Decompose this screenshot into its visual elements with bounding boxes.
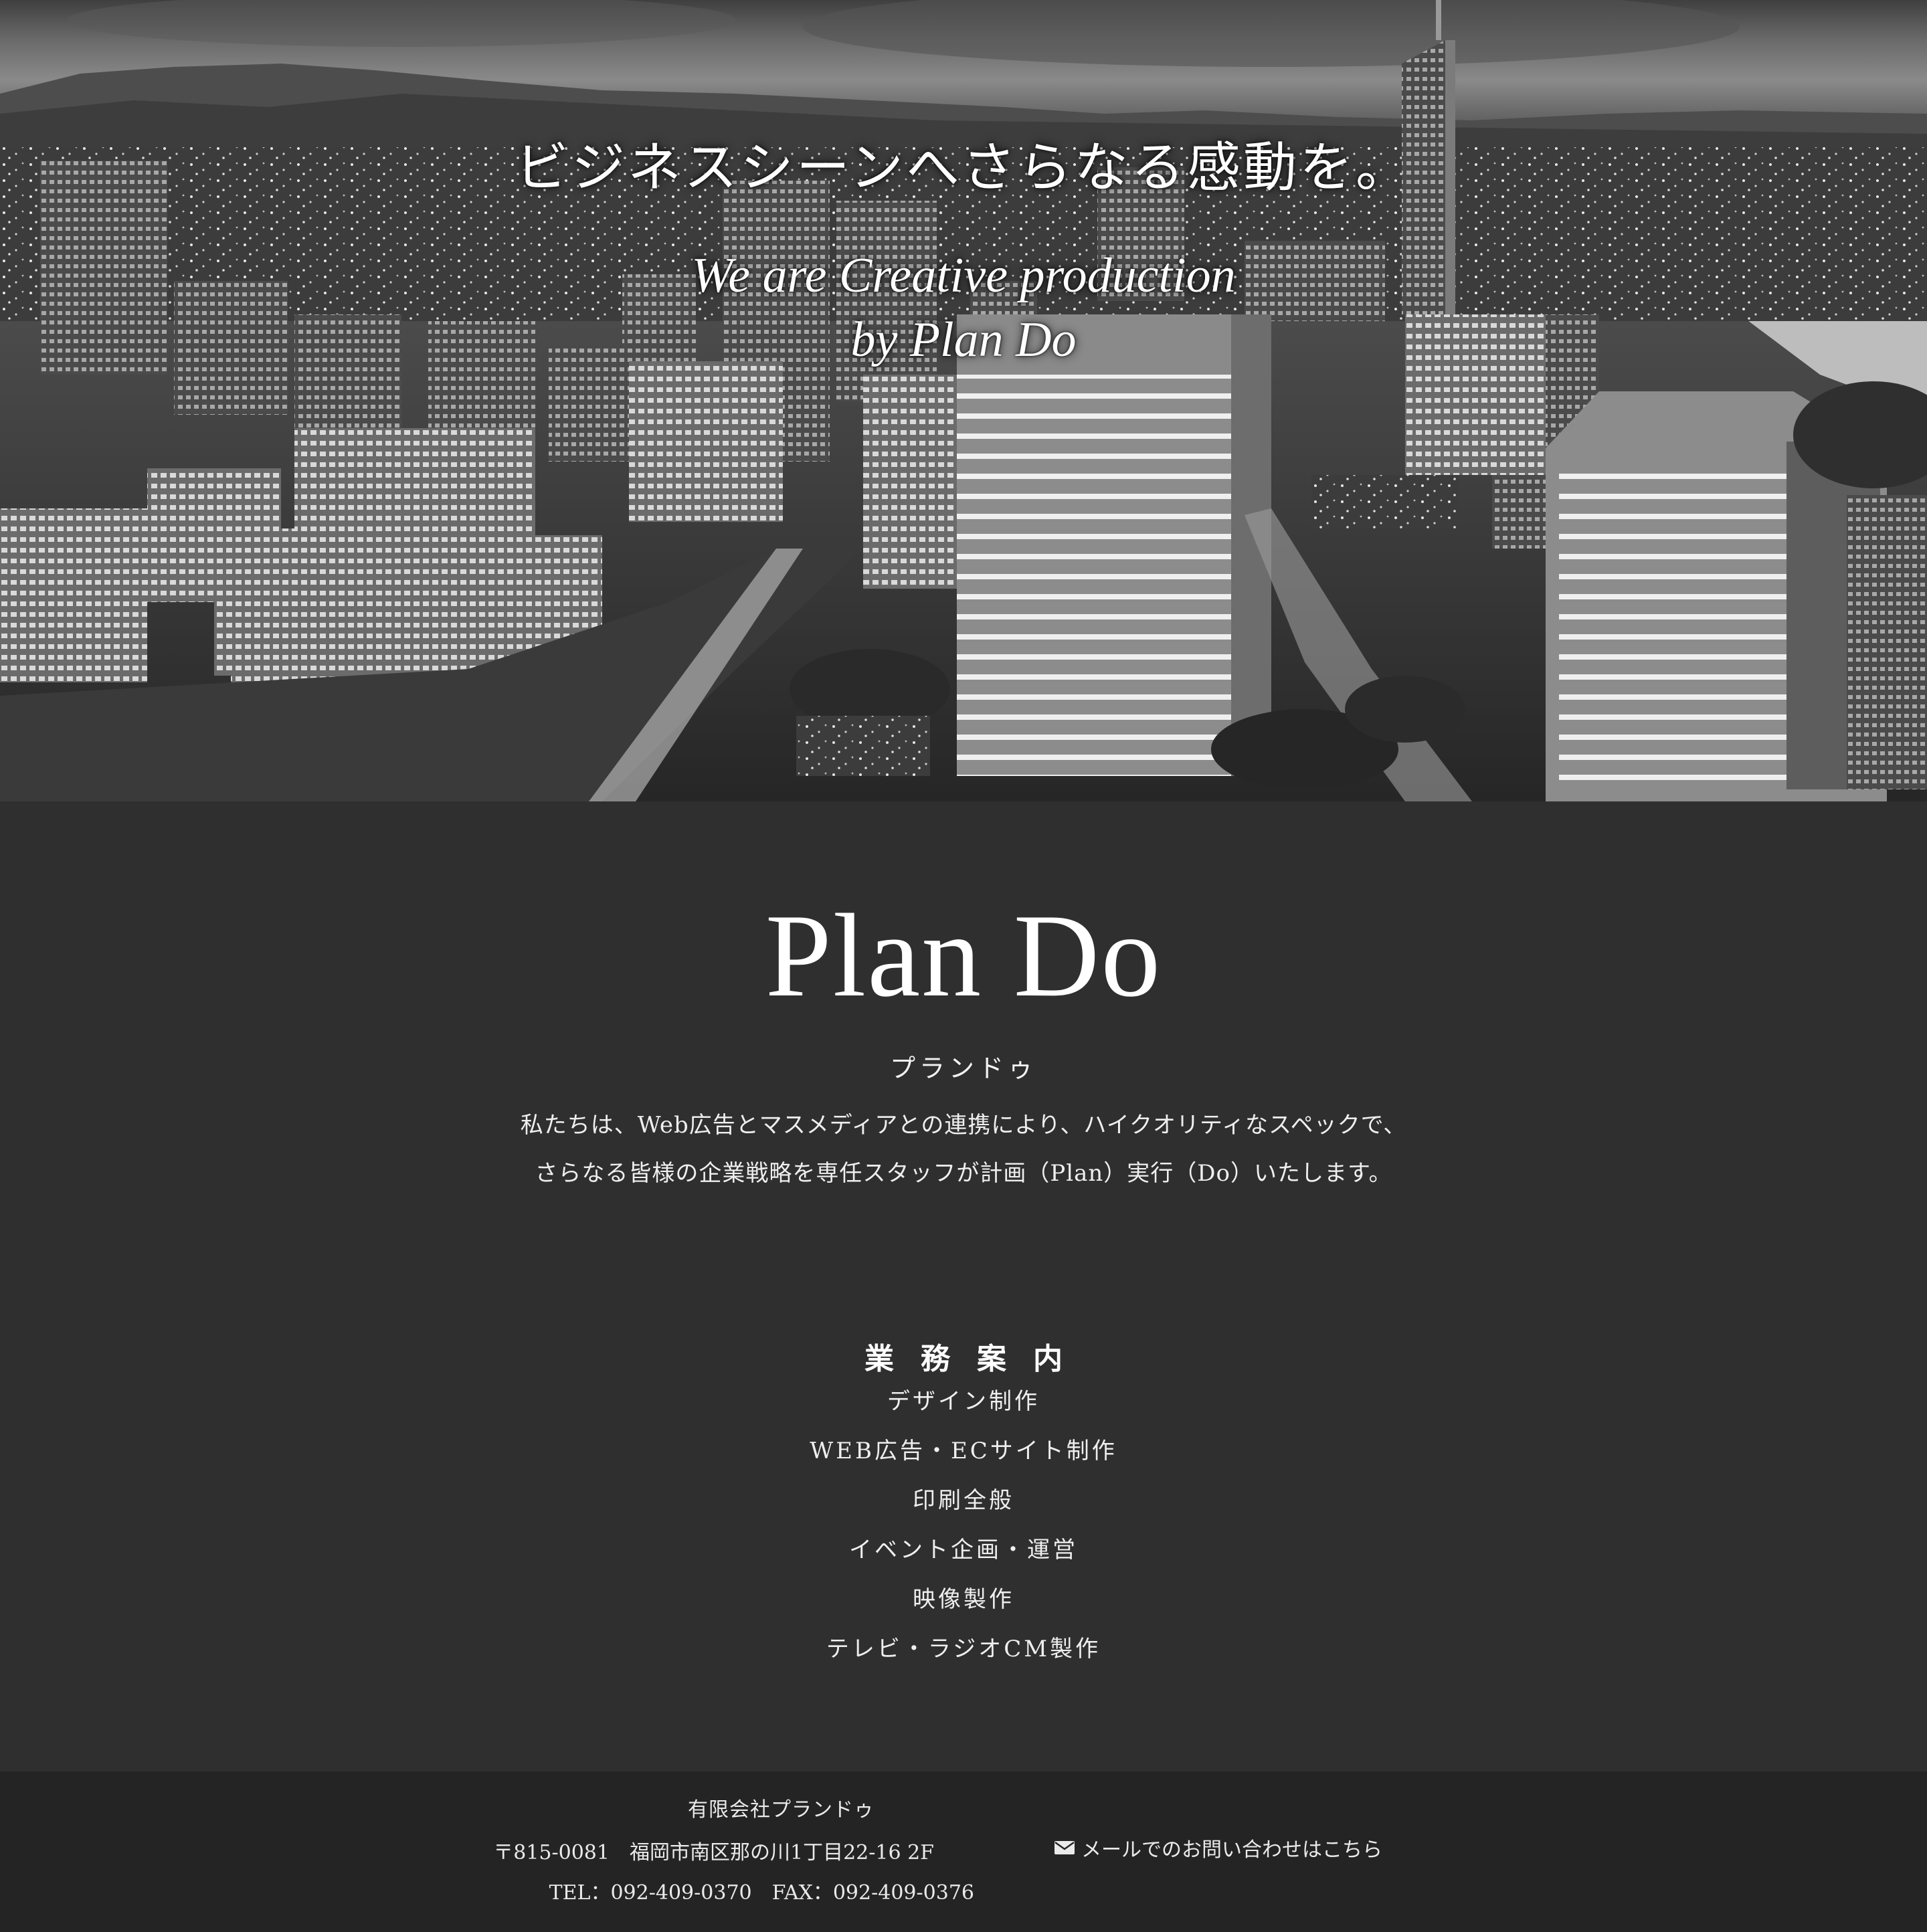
hero-section: ビジネスシーンへさらなる感動を。 We are Creative product… xyxy=(0,0,1927,801)
envelope-icon xyxy=(1054,1840,1075,1856)
service-item: イベント企画・運営 xyxy=(849,1537,1078,1563)
hero-tagline-line-1: We are Creative production xyxy=(691,248,1236,303)
service-item: 印刷全般 xyxy=(913,1487,1014,1514)
about-section: Plan Do プランドゥ 私たちは、Web広告とマスメディアとの連携により、ハ… xyxy=(0,801,1927,1771)
company-address: 〒815-0081 福岡市南区那の川1丁目22-16 2F xyxy=(493,1841,934,1864)
services-title: 業務案内 xyxy=(864,1341,1089,1376)
footer: 有限会社プランドゥ 〒815-0081 福岡市南区那の川1丁目22-16 2F … xyxy=(0,1771,1927,1932)
company-name: 有限会社プランドゥ xyxy=(688,1798,875,1822)
hero-tagline-line-2: by Plan Do xyxy=(850,312,1077,367)
company-phone-fax: TEL：092-409-0370 FAX：092-409-0376 xyxy=(549,1881,974,1905)
intro-line-1: 私たちは、Web広告とマスメディアとの連携により、ハイクオリティなスペックで、 xyxy=(520,1112,1407,1139)
contact-mail-label: メールでのお問い合わせはこちら xyxy=(1081,1838,1382,1862)
brand-logo: Plan Do xyxy=(765,889,1162,1022)
service-item: デザイン制作 xyxy=(887,1388,1040,1415)
intro-text: 私たちは、Web広告とマスメディアとの連携により、ハイクオリティなスペックで、 … xyxy=(0,1101,1927,1197)
services-list: デザイン制作 WEB広告・ECサイト制作 印刷全般 イベント企画・運営 映像製作… xyxy=(0,1377,1927,1674)
hero-headline: ビジネスシーンへさらなる感動を。 xyxy=(515,136,1412,199)
service-item: WEB広告・ECサイト制作 xyxy=(810,1438,1117,1464)
service-item: 映像製作 xyxy=(913,1586,1014,1613)
brand-kana: プランドゥ xyxy=(889,1054,1037,1083)
contact-mail-link[interactable]: メールでのお問い合わせはこちら xyxy=(1054,1833,1382,1862)
intro-line-2: さらなる皆様の企業戦略を専任スタッフが計画（Plan）実行（Do）いたします。 xyxy=(535,1160,1392,1187)
hero-tagline: We are Creative production by Plan Do xyxy=(0,244,1927,372)
city-skyline-image xyxy=(0,0,1927,801)
service-item: テレビ・ラジオCM製作 xyxy=(826,1636,1101,1662)
